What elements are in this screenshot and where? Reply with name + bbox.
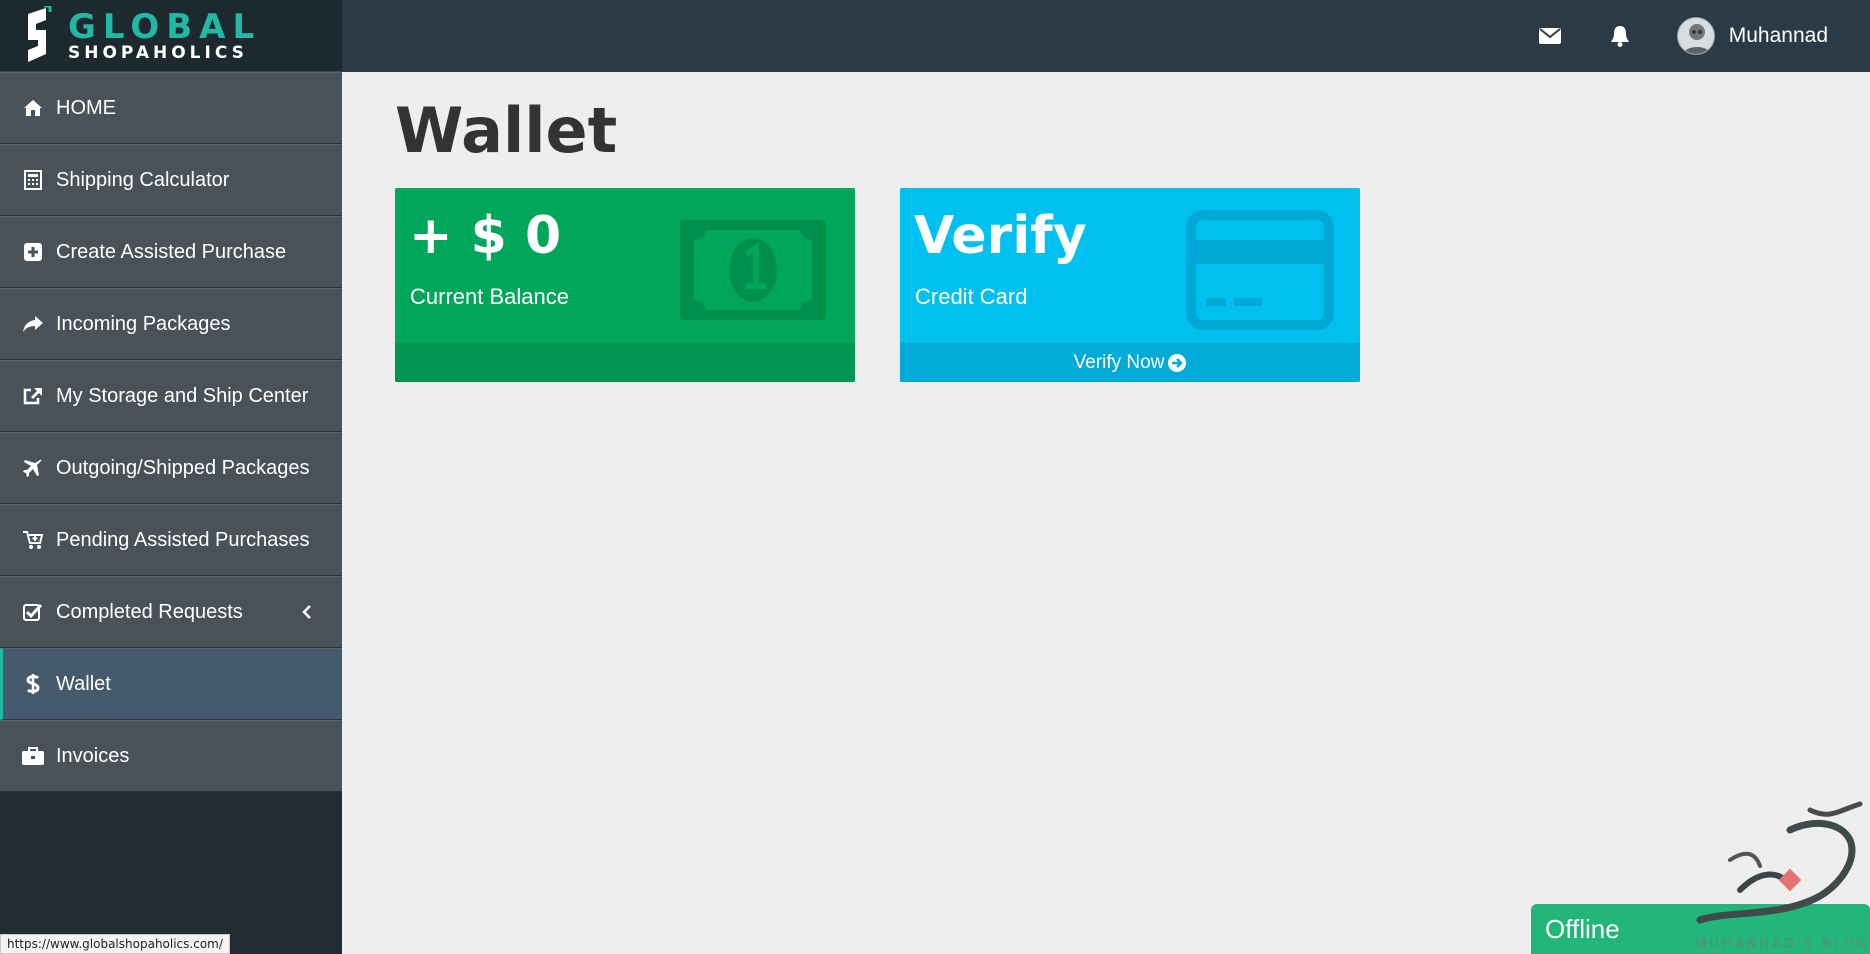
calculator-icon — [22, 169, 44, 191]
sidebar-item-shipping-calculator[interactable]: Shipping Calculator — [0, 144, 342, 216]
avatar — [1676, 17, 1715, 55]
cart-plus-icon — [22, 529, 44, 551]
sidebar-item-label: Incoming Packages — [56, 312, 231, 335]
sidebar-item-completed-requests[interactable]: Completed Requests — [0, 576, 342, 648]
plus-square-icon — [22, 241, 44, 263]
sidebar: GLOBAL SHOPAHOLICS HOME Shipping Calcula… — [0, 0, 342, 954]
brand-logo[interactable]: GLOBAL SHOPAHOLICS — [0, 0, 342, 72]
sidebar-item-label: HOME — [56, 96, 116, 119]
sidebar-item-label: Outgoing/Shipped Packages — [56, 456, 310, 479]
home-icon — [22, 97, 44, 119]
calligraphy-watermark-icon — [1696, 801, 1863, 924]
brand-line1: GLOBAL — [68, 6, 262, 47]
balance-card-footer — [395, 343, 855, 382]
sidebar-item-label: My Storage and Ship Center — [56, 384, 309, 407]
chat-status-label: Offline — [1545, 913, 1620, 944]
sidebar-item-label: Completed Requests — [56, 600, 243, 623]
envelope-icon[interactable] — [1537, 23, 1563, 49]
brand-line2: SHOPAHOLICS — [68, 42, 248, 63]
sidebar-item-pending-assisted-purchases[interactable]: Pending Assisted Purchases — [0, 504, 342, 576]
share-arrow-icon — [22, 313, 44, 335]
arrow-circle-right-icon — [1168, 353, 1187, 372]
credit-card-icon — [1186, 210, 1334, 330]
verify-value: Verify — [914, 206, 1087, 266]
sidebar-item-create-assisted-purchase[interactable]: Create Assisted Purchase — [0, 216, 342, 288]
sidebar-item-home[interactable]: HOME — [0, 72, 342, 144]
external-link-icon — [22, 385, 44, 407]
sidebar-item-my-storage[interactable]: My Storage and Ship Center — [0, 360, 342, 432]
sidebar-item-incoming-packages[interactable]: Incoming Packages — [0, 288, 342, 360]
briefcase-icon — [22, 745, 44, 767]
balance-label: Current Balance — [410, 284, 569, 309]
sidebar-item-invoices[interactable]: Invoices — [0, 720, 342, 792]
balance-value: + $ 0 — [409, 206, 562, 266]
sidebar-item-label: Invoices — [56, 744, 130, 767]
verify-card: Verify Credit Card Verify Now — [900, 188, 1360, 382]
sidebar-item-wallet[interactable]: Wallet — [0, 648, 342, 720]
sidebar-item-outgoing-packages[interactable]: Outgoing/Shipped Packages — [0, 432, 342, 504]
check-square-icon — [22, 601, 44, 623]
bell-icon[interactable] — [1607, 23, 1633, 49]
plane-icon — [22, 457, 44, 479]
top-navbar: Muhannad — [342, 0, 1870, 72]
chevron-left-icon[interactable] — [300, 602, 314, 622]
user-name: Muhannad — [1728, 24, 1828, 47]
watermark: MUHANNAD'S BLOG — [1690, 800, 1870, 954]
money-bill-icon — [680, 220, 826, 320]
user-menu[interactable]: Muhannad — [1676, 17, 1828, 55]
watermark-text: MUHANNAD'S BLOG — [1695, 937, 1870, 952]
verify-now-label: Verify Now — [1073, 351, 1165, 373]
verify-label: Credit Card — [915, 284, 1028, 309]
dollar-icon — [22, 673, 44, 695]
page-title: Wallet — [395, 94, 618, 167]
sidebar-item-label: Wallet — [56, 672, 111, 695]
sidebar-item-label: Shipping Calculator — [56, 168, 230, 191]
status-bar-url: https://www.globalshopaholics.com/ — [0, 934, 230, 954]
balance-card: + $ 0 Current Balance — [395, 188, 855, 382]
logo-mark-icon — [28, 5, 52, 62]
verify-now-link[interactable]: Verify Now — [900, 343, 1360, 382]
sidebar-item-label: Create Assisted Purchase — [56, 240, 287, 263]
sidebar-item-label: Pending Assisted Purchases — [56, 528, 310, 551]
